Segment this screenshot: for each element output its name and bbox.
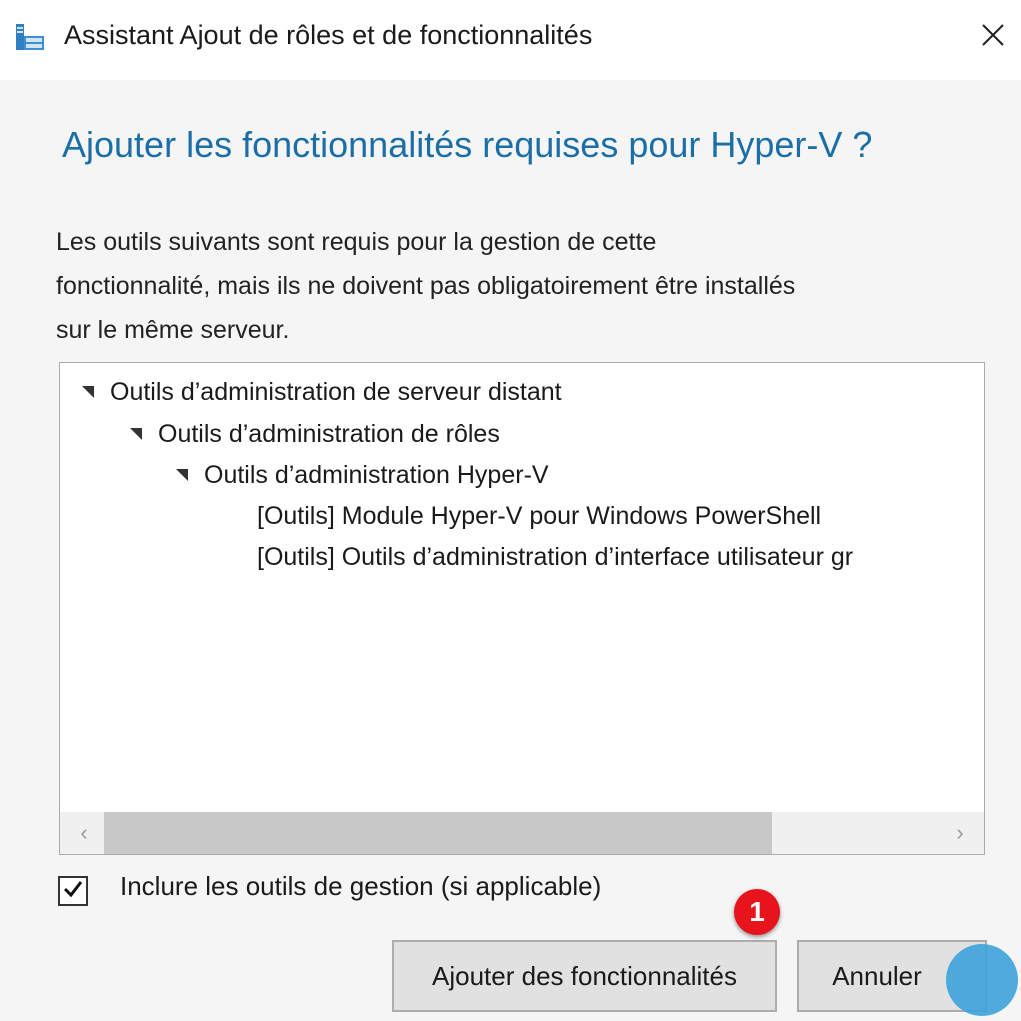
checkmark-icon <box>62 878 84 905</box>
add-features-button[interactable]: Ajouter des fonctionnalités <box>392 940 777 1012</box>
description-line: fonctionnalité, mais ils ne doivent pas … <box>56 272 796 300</box>
cancel-label: Annuler <box>832 960 922 991</box>
horizontal-scrollbar[interactable]: ‹ › <box>60 812 984 854</box>
scroll-left-icon[interactable]: ‹ <box>66 812 102 854</box>
window-title: Assistant Ajout de rôles et de fonctionn… <box>64 20 593 50</box>
tree-item-label: Outils d’administration de rôles <box>158 419 500 448</box>
tree-item-label: [Outils] Module Hyper-V pour Windows Pow… <box>257 501 822 530</box>
step-badge: 1 <box>734 889 780 935</box>
description-line: Les outils suivants sont requis pour la … <box>56 228 657 256</box>
server-manager-icon <box>14 22 46 54</box>
close-icon <box>981 23 1005 52</box>
watermark-logo <box>946 944 1018 1016</box>
tree-item[interactable]: Outils d’administration de rôles <box>130 414 500 454</box>
tree-item[interactable]: [Outils] Outils d’administration d’inter… <box>257 537 853 577</box>
tree-item-label: Outils d’administration Hyper-V <box>204 460 549 489</box>
dialog-description: Les outils suivants sont requis pour la … <box>56 220 976 352</box>
expand-triangle-icon[interactable] <box>130 428 142 440</box>
tree-item[interactable]: Outils d’administration de serveur dista… <box>82 372 562 412</box>
expand-triangle-icon[interactable] <box>82 386 94 398</box>
include-tools-label[interactable]: Inclure les outils de gestion (si applic… <box>120 871 601 902</box>
tree-item-label: Outils d’administration de serveur dista… <box>110 377 562 406</box>
close-button[interactable] <box>970 14 1016 60</box>
tree-item-label: [Outils] Outils d’administration d’inter… <box>257 542 854 571</box>
tree-item[interactable]: Outils d’administration Hyper-V <box>176 455 549 495</box>
scrollbar-thumb[interactable] <box>104 812 772 854</box>
description-line: sur le même serveur. <box>56 316 290 344</box>
features-tree[interactable]: Outils d’administration de serveur dista… <box>59 362 985 855</box>
scroll-right-icon[interactable]: › <box>942 812 978 854</box>
expand-triangle-icon[interactable] <box>176 469 188 481</box>
tree-item[interactable]: [Outils] Module Hyper-V pour Windows Pow… <box>257 496 821 536</box>
dialog-heading: Ajouter les fonctionnalités requises pou… <box>62 124 873 165</box>
include-tools-checkbox[interactable] <box>58 876 88 906</box>
title-bar: Assistant Ajout de rôles et de fonctionn… <box>0 0 1021 80</box>
